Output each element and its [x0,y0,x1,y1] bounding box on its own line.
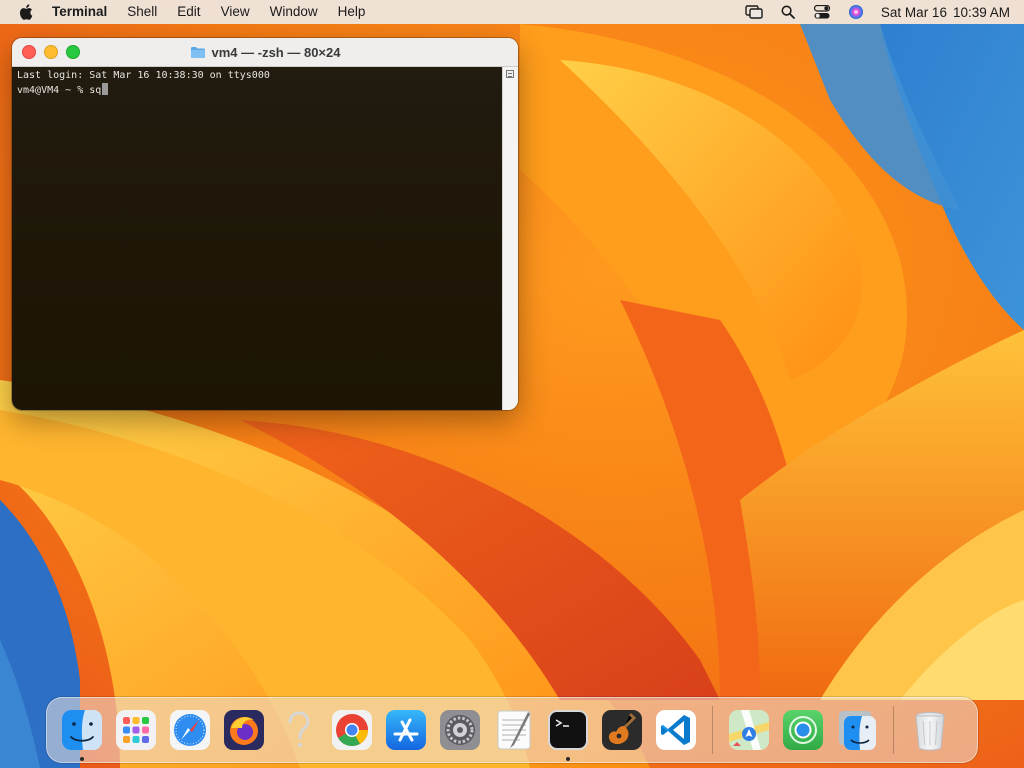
dock-separator [893,706,894,754]
launchpad-icon [116,710,156,750]
dock-finder-document[interactable] [835,708,879,752]
chrome-icon [332,710,372,750]
garageband-icon [602,710,642,750]
textedit-icon [497,710,531,750]
folder-icon [190,46,205,58]
menu-edit[interactable]: Edit [167,0,210,24]
menu-view[interactable]: View [211,0,260,24]
app-store-icon [386,710,426,750]
system-settings-icon [440,710,480,750]
terminal-icon [548,710,588,750]
terminal-prompt-line: vm4@VM4 ~ % sq [17,83,498,98]
apple-logo-icon[interactable] [12,4,40,20]
terminal-scroll-area[interactable] [502,67,518,410]
dock-system-settings[interactable] [438,708,482,752]
terminal-command: vm4@VM4 ~ % sq [17,85,102,96]
window-title: vm4 — -zsh — 80×24 [12,38,518,66]
terminal-line: Last login: Sat Mar 16 10:38:30 on ttys0… [17,70,270,81]
dock-safari[interactable] [168,708,212,752]
trash-icon [915,712,945,751]
menu-bar-clock[interactable]: Sat Mar 16 10:39 AM [881,5,1010,20]
dock-app-store[interactable] [384,708,428,752]
dock-firefox[interactable] [222,708,266,752]
vscode-icon [656,710,696,750]
clock-time: 10:39 AM [952,4,1010,20]
dock-vscode[interactable] [654,708,698,752]
siri-icon[interactable] [839,0,873,24]
window-titlebar[interactable]: vm4 — -zsh — 80×24 [12,38,518,67]
finder-icon [62,710,102,750]
safari-icon [170,710,210,750]
finder-document-icon [839,711,876,750]
menu-window[interactable]: Window [260,0,328,24]
clock-date: Sat Mar 16 [880,4,947,20]
running-indicator [80,757,84,761]
firefox-icon [224,710,264,750]
screen-mirroring-icon[interactable] [737,0,771,24]
control-center-icon[interactable] [805,0,839,24]
window-title-text: vm4 — -zsh — 80×24 [211,44,341,60]
spotlight-search-icon[interactable] [771,0,805,24]
question-mark-icon [288,711,310,748]
dock-unknown-app[interactable] [276,708,320,752]
dock-textedit[interactable] [492,708,536,752]
terminal-window: vm4 — -zsh — 80×24 Last login: Sat Mar 1… [12,38,518,410]
maps-icon [729,710,769,750]
menu-shell[interactable]: Shell [117,0,167,24]
dock-terminal[interactable] [546,708,590,761]
running-indicator [566,757,570,761]
dock [46,697,978,763]
dock-find-my[interactable] [781,708,825,752]
dock-trash[interactable] [908,708,952,752]
dock-finder[interactable] [60,708,104,761]
menu-app-terminal[interactable]: Terminal [40,0,117,24]
dock-garageband[interactable] [600,708,644,752]
split-pane-icon[interactable] [506,70,514,78]
menu-bar: Terminal Shell Edit View Window Help Sat… [0,0,1024,24]
menu-help[interactable]: Help [328,0,376,24]
text-cursor [102,83,109,95]
dock-maps[interactable] [727,708,771,752]
dock-chrome[interactable] [330,708,374,752]
dock-separator [712,706,713,754]
dock-launchpad[interactable] [114,708,158,752]
terminal-content[interactable]: Last login: Sat Mar 16 10:38:30 on ttys0… [12,67,503,410]
find-my-icon [783,710,823,750]
